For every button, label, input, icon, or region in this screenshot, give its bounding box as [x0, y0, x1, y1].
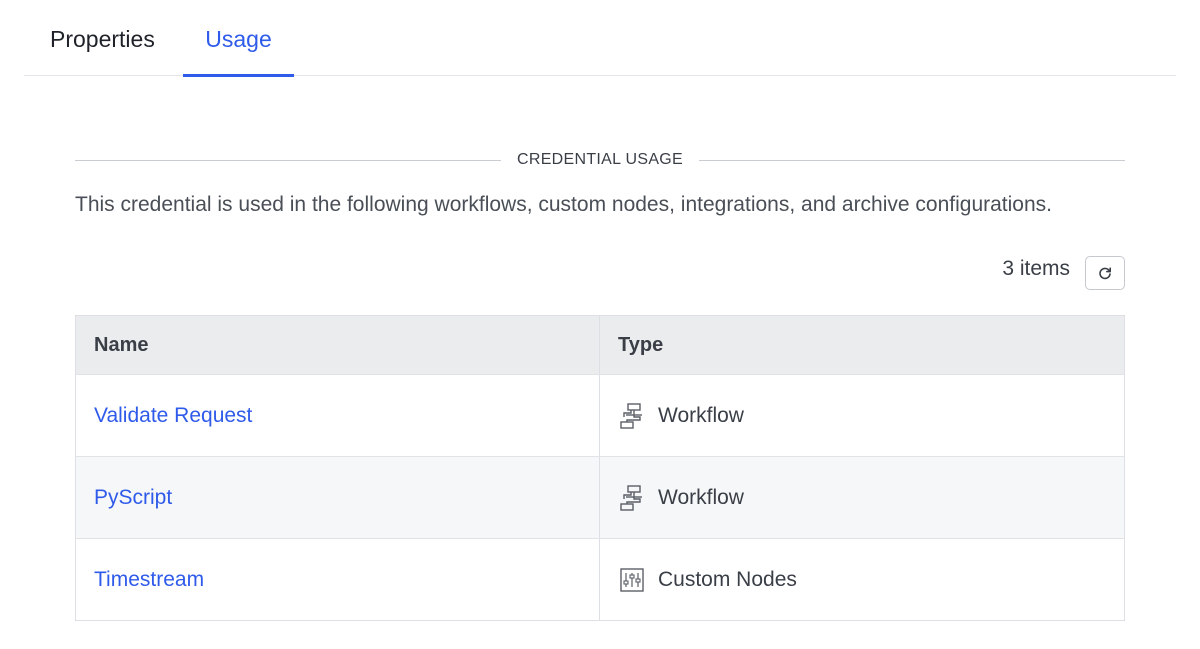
column-header-type[interactable]: Type — [600, 316, 1124, 374]
name-cell: Validate Request — [76, 375, 600, 456]
usage-name-link[interactable]: Timestream — [94, 568, 204, 592]
tab-bar: Properties Usage — [24, 0, 1176, 77]
table-row: Validate Request Workflow — [76, 374, 1124, 456]
credential-usage-page: Properties Usage CREDENTIAL USAGE This c… — [0, 0, 1200, 649]
usage-name-link[interactable]: Validate Request — [94, 404, 252, 428]
custom-nodes-icon — [618, 565, 646, 595]
tab-usage-label: Usage — [205, 26, 272, 52]
workflow-icon — [618, 483, 646, 513]
refresh-button[interactable] — [1085, 256, 1125, 290]
table-row: PyScript Workflow — [76, 456, 1124, 538]
divider-right — [699, 159, 1125, 161]
active-tab-indicator — [183, 74, 294, 77]
type-label: Custom Nodes — [658, 567, 797, 591]
column-header-name[interactable]: Name — [76, 316, 600, 374]
name-cell: PyScript — [76, 457, 600, 538]
type-cell: Workflow — [600, 375, 1124, 456]
type-cell: Custom Nodes — [600, 539, 1124, 620]
tab-properties[interactable]: Properties — [50, 0, 184, 76]
type-label: Workflow — [658, 403, 744, 427]
refresh-icon — [1099, 267, 1111, 280]
usage-name-link[interactable]: PyScript — [94, 486, 172, 510]
tab-usage[interactable]: Usage — [183, 0, 294, 77]
name-cell: Timestream — [76, 539, 600, 620]
section-description: This credential is used in the following… — [75, 193, 1053, 216]
type-cell: Workflow — [600, 457, 1124, 538]
workflow-icon — [618, 401, 646, 431]
items-count: 3 items — [1002, 257, 1070, 280]
usage-table: Name Type Validate Request Workflow PySc… — [75, 315, 1125, 621]
table-header-row: Name Type — [76, 316, 1124, 374]
type-label: Workflow — [658, 485, 744, 509]
section-header: CREDENTIAL USAGE — [75, 145, 1125, 175]
section-title: CREDENTIAL USAGE — [516, 151, 684, 168]
divider-left — [75, 159, 501, 161]
table-row: Timestream Custom Nodes — [76, 538, 1124, 620]
